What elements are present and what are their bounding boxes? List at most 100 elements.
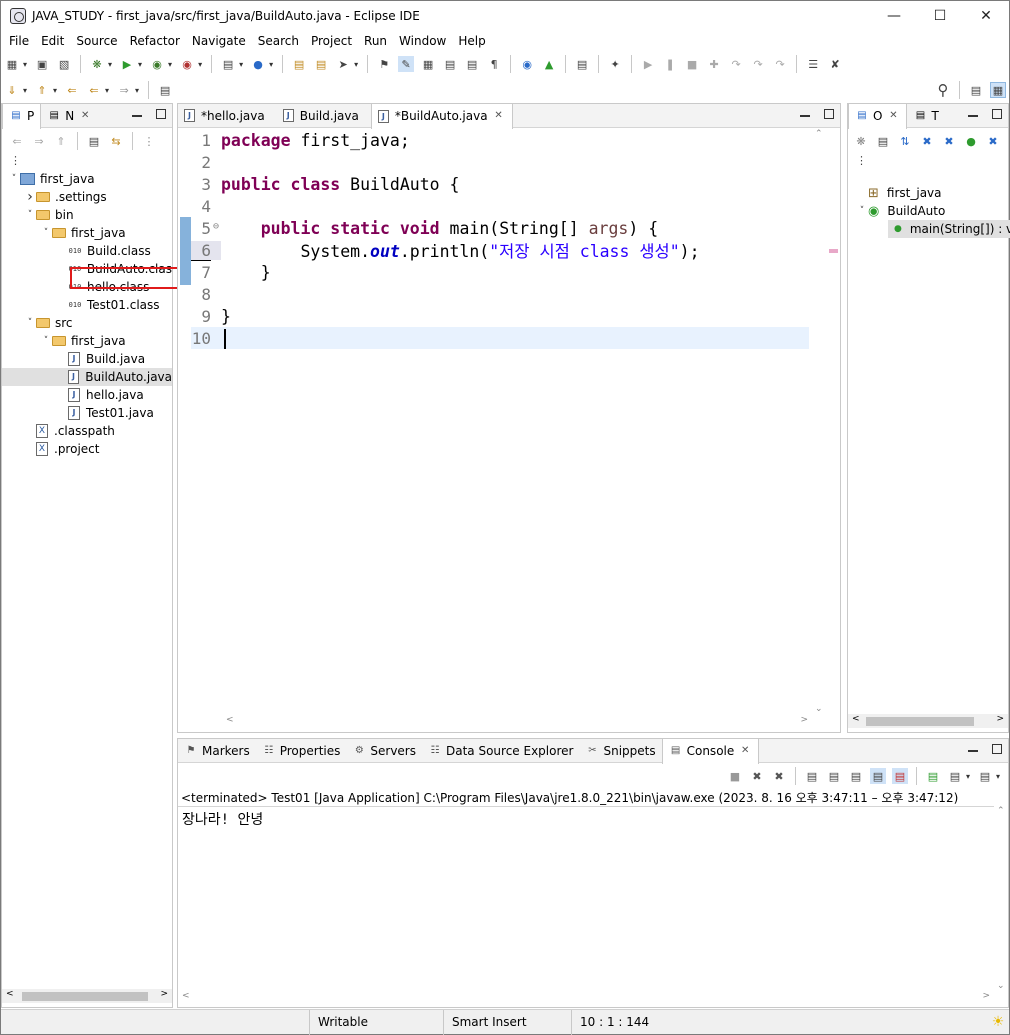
toggle-annotation-icon[interactable]: ⚑ [376, 56, 392, 72]
new-icon[interactable]: ▦ [4, 56, 20, 72]
code-line[interactable]: 1 package first_java; [191, 129, 809, 151]
menu-refactor[interactable]: Refactor [124, 34, 186, 48]
step-over-icon[interactable]: ↷ [750, 56, 766, 72]
tree-item[interactable]: 010 Test01.class [2, 296, 172, 314]
save-icon[interactable]: ▣ [34, 56, 50, 72]
remove-launch-icon[interactable]: ✖ [749, 768, 765, 784]
terminate-icon[interactable]: ■ [684, 56, 700, 72]
menu-help[interactable]: Help [452, 34, 491, 48]
pin-icon[interactable]: ✦ [607, 56, 623, 72]
tree-item[interactable]: X .classpath [2, 422, 172, 440]
up-nav-icon[interactable]: ⇑ [53, 133, 69, 149]
word-wrap-icon[interactable]: ▤ [848, 768, 864, 784]
code-line[interactable]: 5 public static void main(String[] args)… [191, 217, 809, 239]
run-icon[interactable]: ▶ [119, 56, 135, 72]
forward-nav-icon[interactable]: ⇒ [31, 133, 47, 149]
chevron-down-icon[interactable]: ˅ [24, 210, 36, 220]
menu-run[interactable]: Run [358, 34, 393, 48]
open-perspective-icon[interactable]: ▤ [968, 82, 984, 98]
show-whitespace-icon[interactable]: ¶ [486, 56, 502, 72]
outline-item[interactable]: ˅ ◉ BuildAuto [848, 202, 1008, 220]
chevron-down-icon[interactable]: ˅ [856, 206, 868, 216]
maximize-icon[interactable] [824, 109, 834, 119]
clear-console-icon[interactable]: ▤ [804, 768, 820, 784]
external-tools-icon[interactable]: ◉ [179, 56, 195, 72]
new-java-project-icon[interactable]: ▤ [220, 56, 236, 72]
console-vscrollbar[interactable]: ⌃ ⌄ [994, 806, 1008, 991]
next-annotation-icon[interactable]: ⇓ [4, 82, 20, 98]
menu-search[interactable]: Search [252, 34, 305, 48]
tree-item[interactable]: X .project [2, 440, 172, 458]
editor-vscrollbar[interactable]: ⌃ ⌄ [812, 129, 826, 714]
step-into-icon[interactable]: ↷ [728, 56, 744, 72]
code-line[interactable]: 2 [191, 151, 809, 173]
outline-item[interactable]: ● main(String[]) : v [888, 220, 1010, 238]
chevron-down-icon[interactable]: ˅ [24, 318, 36, 328]
resume-icon[interactable]: ▶ [640, 56, 656, 72]
outline-item[interactable]: ⊞ first_java [848, 184, 1008, 202]
search-icon[interactable]: ⚲ [935, 81, 951, 99]
editor-tab[interactable]: J *hello.java [178, 104, 271, 128]
tree-item[interactable]: ˅ src [2, 314, 172, 332]
close-icon[interactable]: ✕ [78, 109, 92, 123]
mark-occurrences-icon[interactable]: ✎ [398, 56, 415, 72]
menu-project[interactable]: Project [305, 34, 358, 48]
menu-navigate[interactable]: Navigate [186, 34, 252, 48]
show-on-error-icon[interactable]: ▤ [891, 768, 908, 784]
remove-all-launches-icon[interactable]: ✖ [771, 768, 787, 784]
tab-navigator[interactable]: ▤ N ✕ [41, 104, 98, 128]
tree-item[interactable]: ˅ first_java [2, 332, 172, 350]
code-line[interactable]: 4 [191, 195, 809, 217]
show-on-output-icon[interactable]: ▤ [869, 768, 886, 784]
console-output[interactable]: 장나라! 안녕 [178, 806, 996, 991]
block-selection-icon[interactable]: ▦ [420, 56, 436, 72]
forward-icon[interactable]: ⇒ [116, 82, 132, 98]
pin-editor-icon[interactable]: ▤ [157, 82, 173, 98]
terminate-icon[interactable]: ■ [727, 768, 743, 784]
open-task-icon[interactable]: ▤ [313, 56, 329, 72]
tab-task-list[interactable]: ▤ T [907, 104, 944, 128]
search-tool-icon[interactable]: ➤ [335, 56, 351, 72]
coverage-icon[interactable]: ◉ [149, 56, 165, 72]
close-icon[interactable]: ✕ [738, 744, 752, 758]
chevron-down-icon[interactable]: ˅ [8, 174, 20, 184]
chevron-down-icon[interactable]: ˅ [40, 228, 52, 238]
disconnect-icon[interactable]: ✚ [706, 56, 722, 72]
tree-item[interactable]: › .settings [2, 188, 172, 206]
tip-lightbulb-icon[interactable]: ☀ [990, 1014, 1006, 1030]
collapse-all-icon[interactable]: ▤ [86, 133, 102, 149]
console-tab[interactable]: ▤ Console ✕ [661, 738, 760, 764]
console-tab[interactable]: ☷ Data Source Explorer [422, 739, 579, 763]
open-type-icon[interactable]: ▤ [291, 56, 307, 72]
collapse-all-icon[interactable]: ▤ [875, 133, 891, 149]
outline-menu-dots-icon[interactable]: ⋮ [848, 154, 1008, 170]
minimize-icon[interactable] [968, 750, 978, 752]
back-nav-icon[interactable]: ⇐ [9, 133, 25, 149]
minimize-icon[interactable] [800, 115, 810, 117]
code-line[interactable]: 10 [191, 327, 809, 349]
chevron-down-icon[interactable]: ˅ [40, 336, 52, 346]
suspend-icon[interactable]: ❚ [662, 56, 678, 72]
console-tab[interactable]: ✂ Snippets [579, 739, 661, 763]
minimize-icon[interactable] [132, 115, 142, 117]
console-hscrollbar[interactable]: < > [178, 991, 994, 1005]
menu-source[interactable]: Source [70, 34, 123, 48]
console-tab[interactable]: ⚑ Markers [178, 739, 256, 763]
sort-icon[interactable]: ⇅ [897, 133, 913, 149]
close-button[interactable]: ✕ [963, 1, 1009, 31]
maximize-icon[interactable] [156, 109, 166, 119]
hide-local-types-icon[interactable]: ✖ [985, 133, 1001, 149]
view-menu-icon[interactable]: ⋮ [141, 133, 157, 149]
maximize-icon[interactable] [992, 109, 1002, 119]
scroll-lock-icon[interactable]: ▤ [826, 768, 842, 784]
code-line[interactable]: 3 public class BuildAuto { [191, 173, 809, 195]
hide-static-icon[interactable]: ✖ [941, 133, 957, 149]
open-console-icon[interactable]: ▤ [977, 768, 993, 784]
editor-tab[interactable]: J *BuildAuto.java ✕ [370, 103, 513, 129]
code-line[interactable]: 8 [191, 283, 809, 305]
outline-hscrollbar[interactable]: < > [848, 714, 1008, 728]
build-icon[interactable]: ☰ [805, 56, 821, 72]
tree-item[interactable]: Jhello.java [2, 386, 172, 404]
tab-outline[interactable]: ▤ O ✕ [848, 103, 908, 129]
tree-item[interactable]: ˅ first_java [2, 170, 172, 188]
